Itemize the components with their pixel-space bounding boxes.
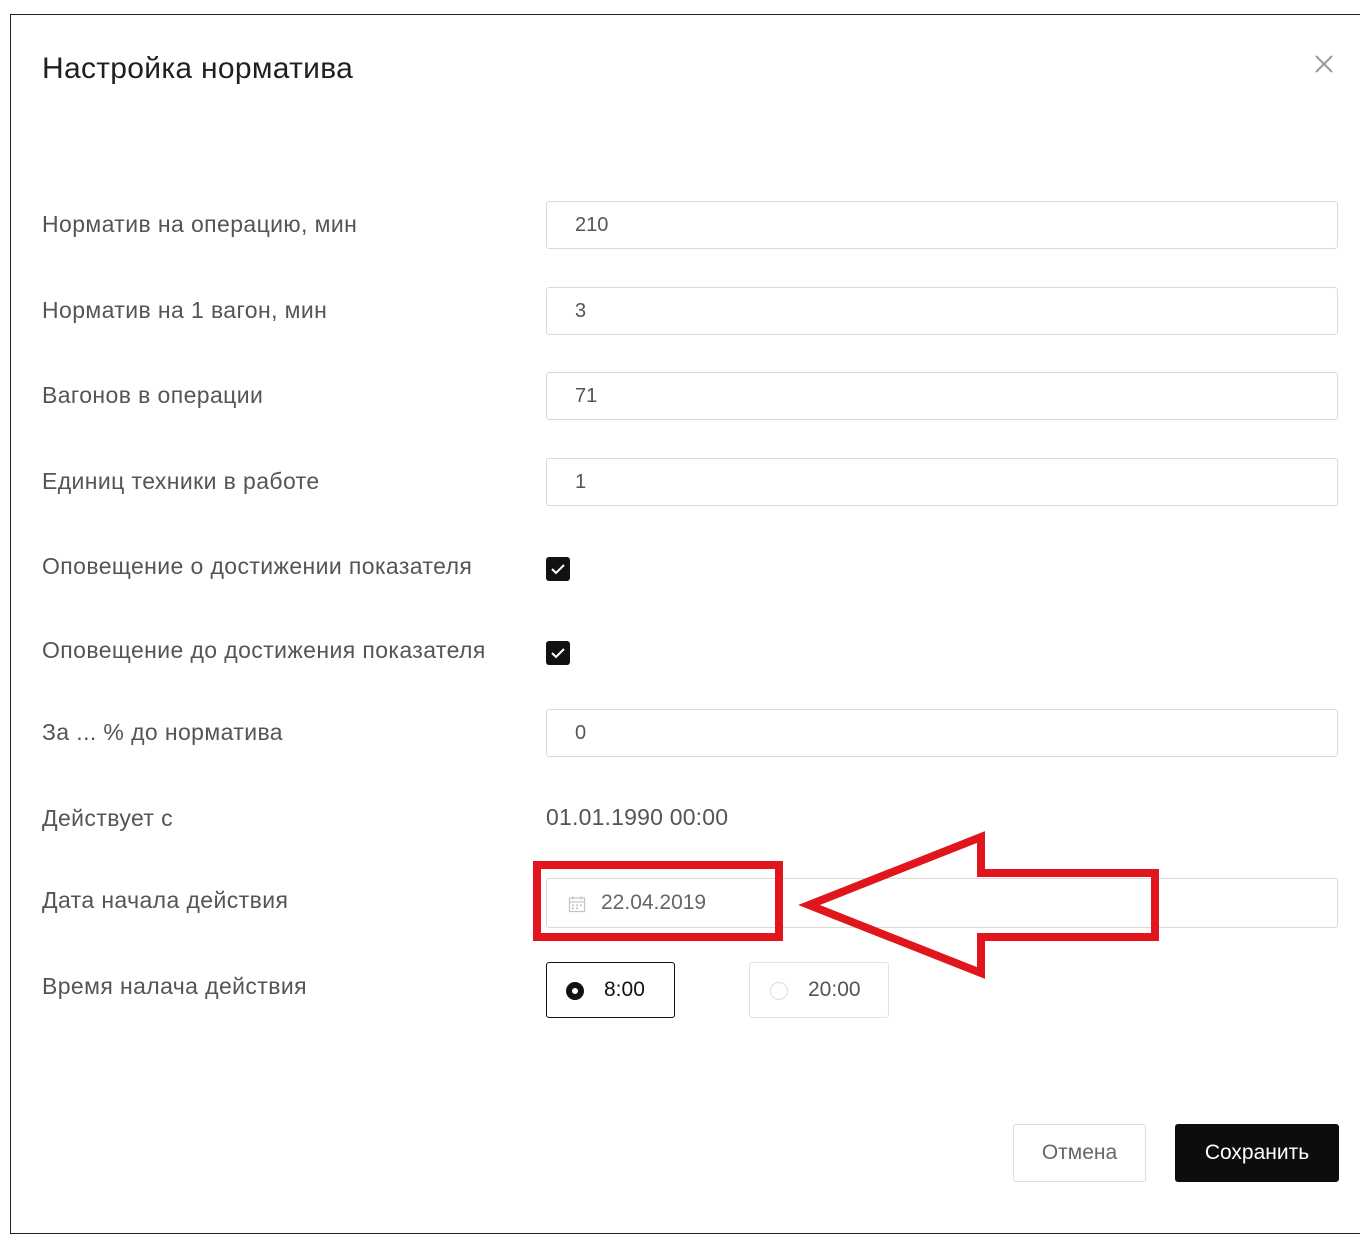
start-time-label: Время налача действия: [42, 973, 307, 999]
radio-unselected-icon: [770, 982, 788, 1000]
check-icon: [551, 564, 565, 575]
valid-from-label: Действует с: [42, 805, 174, 831]
check-icon: [551, 648, 565, 659]
norm-operation-input[interactable]: [546, 201, 1338, 249]
wagons-in-operation-label: Вагонов в операции: [42, 382, 264, 408]
percent-before-label: За ... % до норматива: [42, 719, 283, 745]
notify-on-reach-checkbox[interactable]: [546, 557, 570, 581]
cancel-button[interactable]: Отмена: [1013, 1124, 1146, 1182]
time-option-label: 20:00: [808, 978, 861, 1001]
start-date-label: Дата начала действия: [42, 887, 289, 913]
wagons-in-operation-input[interactable]: [546, 372, 1338, 420]
units-in-work-input[interactable]: [546, 458, 1338, 506]
settings-dialog: Настройка норматива Норматив на операцию…: [10, 14, 1360, 1234]
units-in-work-label: Единиц техники в работе: [42, 468, 320, 494]
norm-wagon-input[interactable]: [546, 287, 1338, 335]
norm-wagon-label: Норматив на 1 вагон, мин: [42, 297, 328, 323]
calendar-icon: [568, 896, 586, 913]
time-option-8[interactable]: 8:00: [546, 962, 675, 1018]
notify-on-reach-label: Оповещение о достижении показателя: [42, 553, 473, 579]
start-date-picker[interactable]: 22.04.2019: [546, 878, 1338, 928]
percent-before-input[interactable]: [546, 709, 1338, 757]
dialog-title: Настройка норматива: [42, 52, 354, 85]
radio-selected-icon: [566, 982, 584, 1000]
valid-from-value: 01.01.1990 00:00: [546, 804, 729, 830]
save-button[interactable]: Сохранить: [1175, 1124, 1339, 1182]
notify-before-reach-label: Оповещение до достижения показателя: [42, 637, 486, 663]
time-option-label: 8:00: [604, 978, 645, 1001]
start-date-value: 22.04.2019: [601, 891, 707, 914]
notify-before-reach-checkbox[interactable]: [546, 641, 570, 665]
time-option-20[interactable]: 20:00: [749, 962, 889, 1018]
close-icon[interactable]: [1309, 49, 1339, 79]
norm-operation-label: Норматив на операцию, мин: [42, 211, 358, 237]
